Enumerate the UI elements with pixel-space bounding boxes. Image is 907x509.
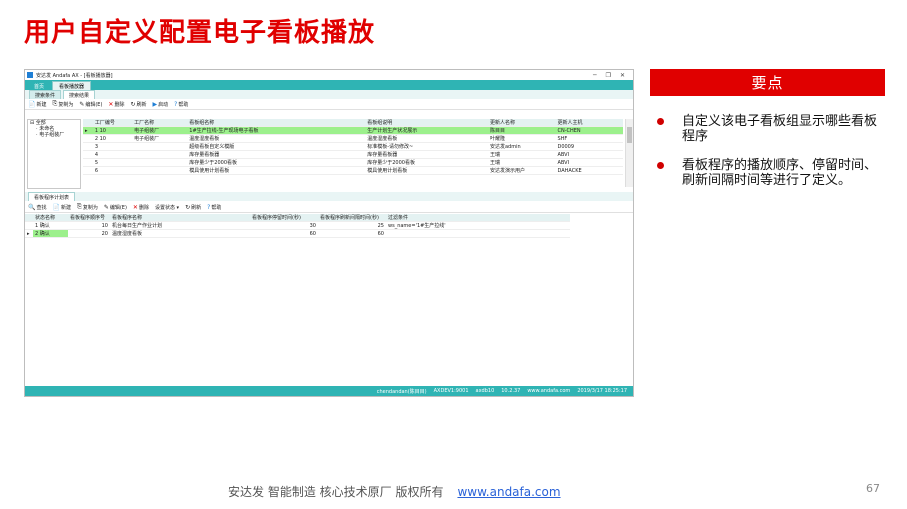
edit-icon: ✎ — [79, 100, 85, 108]
start-button[interactable]: ▶ 启动 — [153, 101, 169, 108]
delete-program-button[interactable]: ✕ 删除 — [133, 204, 149, 211]
status-server: AXDEV1:9001 — [433, 388, 469, 394]
app-window: 安达发 Andafa AX - [看板播放器] ─ ❐ ✕ 首页 看板播放器 搜… — [24, 69, 634, 397]
bullet-icon — [657, 162, 664, 169]
new-program-button[interactable]: 📄 新建 — [53, 204, 72, 211]
menu-tab-board-player[interactable]: 看板播放器 — [52, 81, 92, 90]
table-row[interactable]: ▸ 2 确认 20 温度湿度看板 60 60 — [25, 229, 570, 238]
tab-search-results[interactable]: 搜索结果 — [63, 90, 96, 99]
help-program-button[interactable]: ? 帮助 — [207, 204, 221, 211]
footer-link[interactable]: www.andafa.com — [457, 485, 560, 499]
group-tree: ⊟ 全部 · 未命名 · 电子组装厂 — [27, 119, 81, 189]
footer: 安达发 智能制造 核心技术原厂 版权所有 www.andafa.com — [228, 483, 561, 500]
main-toolbar: 📄 新建 ⎘ 复制为 ✎ 编辑(E) ✕ 删除 ↻ 刷新 ▶ 启动 ? 帮助 — [25, 99, 633, 110]
table-row[interactable]: 3 超级看板自定义模版 标准模板-请勿修改~ 安达发admin D0009 — [83, 142, 623, 151]
help-icon: ? — [174, 100, 178, 108]
page-number: 67 — [866, 482, 880, 495]
status-user: chendandan(陈目目) — [376, 388, 427, 395]
status-ip: 10.2.37 — [501, 388, 521, 394]
delete-icon: ✕ — [132, 203, 138, 211]
delete-icon: ✕ — [108, 100, 114, 108]
edit-program-button[interactable]: ✎ 编辑(E) — [104, 204, 127, 211]
slide-title: 用户自定义配置电子看板播放 — [24, 18, 376, 48]
table-header: 状态名称 看板程序顺序号 看板程序名称 看板程序停留时间(秒) 看板程序刷新间隔时间(秒… — [25, 214, 570, 222]
edit-button[interactable]: ✎ 编辑(E) — [79, 101, 102, 108]
table-row[interactable]: 2 10 电子组装厂 温度湿度看板 温度湿度看板 叶耀隆 SHF — [83, 134, 623, 143]
close-icon[interactable]: ✕ — [620, 72, 625, 79]
table-row[interactable]: 4 库存量看板器 库存量看板器 王瑞 ABVI — [83, 150, 623, 159]
board-group-table: 工厂编号 工厂名称 看板组名称 看板组说明 更新人名称 更新人主机 ▸ 1 10 电子组装厂 1… — [83, 119, 623, 189]
tree-item-factory[interactable]: · 电子组装厂 — [28, 132, 80, 138]
menu-tab-home[interactable]: 首页 — [28, 82, 50, 90]
lower-tabs: 看板程序计划表 — [25, 192, 633, 201]
help-button[interactable]: ? 帮助 — [174, 101, 188, 108]
status-bar: chendandan(陈目目) AXDEV1:9001 axdb10 10.2.… — [25, 386, 633, 396]
minimize-icon[interactable]: ─ — [593, 72, 597, 79]
table-row[interactable]: 1 确认 10 机台每日生产作业计划 30 25 ws_name='1#生产拉线' — [25, 221, 570, 230]
copy-icon: ⎘ — [77, 203, 82, 210]
tab-board-program-schedule[interactable]: 看板程序计划表 — [28, 192, 76, 201]
status-website: www.andafa.com — [527, 388, 571, 394]
bullet-icon — [657, 118, 664, 125]
copy-icon: ⎘ — [52, 100, 58, 107]
table-row[interactable]: 5 库存量少于2000看板 库存量少于2000看板 王瑞 ABVI — [83, 158, 623, 167]
key-point-item: 自定义该电子看板组显示哪些看板程序 — [654, 114, 880, 144]
footer-text: 安达发 智能制造 核心技术原厂 版权所有 — [228, 485, 444, 499]
refresh-icon: ↻ — [130, 100, 136, 108]
status-database: axdb10 — [475, 388, 495, 394]
new-icon: 📄 — [52, 203, 60, 211]
new-icon: 📄 — [28, 100, 36, 108]
new-button[interactable]: 📄 新建 — [28, 101, 47, 108]
scrollbar-thumb[interactable] — [627, 127, 632, 143]
edit-icon: ✎ — [103, 203, 109, 211]
set-status-dropdown[interactable]: 设置状态 ▾ — [155, 204, 179, 211]
window-titlebar: 安达发 Andafa AX - [看板播放器] ─ ❐ ✕ — [25, 70, 633, 80]
refresh-program-button[interactable]: ↻ 刷新 — [185, 204, 201, 211]
app-icon — [27, 72, 33, 78]
refresh-button[interactable]: ↻ 刷新 — [130, 101, 146, 108]
program-table: 状态名称 看板程序顺序号 看板程序名称 看板程序停留时间(秒) 看板程序刷新间隔时间(秒… — [25, 214, 633, 238]
table-row[interactable]: 6 模具使用计划看板 模具使用计划看板 安达发演示用户 DAHACKE — [83, 166, 623, 175]
tab-search-criteria[interactable]: 搜索条件 — [29, 90, 62, 99]
key-points-list: 自定义该电子看板组显示哪些看板程序 看板程序的播放顺序、停留时间、刷新间隔时间等… — [654, 114, 880, 202]
delete-button[interactable]: ✕ 删除 — [108, 101, 124, 108]
table-row[interactable]: ▸ 1 10 电子组装厂 1#生产拉线-生产现场电子看板 生产计划生产状况展示 陈目目 CN… — [83, 126, 623, 135]
play-icon: ▶ — [152, 100, 158, 108]
search-tabs: 搜索条件 搜索结果 — [25, 90, 633, 99]
copy-as-program-button[interactable]: ⎘ 复制为 — [77, 203, 98, 211]
status-datetime: 2019/3/17 18:25:17 — [577, 388, 627, 394]
search-icon: 🔍 — [28, 203, 36, 211]
help-icon: ? — [207, 203, 211, 211]
menu-bar: 首页 看板播放器 — [25, 80, 633, 90]
maximize-icon[interactable]: ❐ — [606, 72, 611, 79]
table-header: 工厂编号 工厂名称 看板组名称 看板组说明 更新人名称 更新人主机 — [83, 119, 623, 127]
window-title: 安达发 Andafa AX - [看板播放器] — [36, 72, 113, 79]
key-point-item: 看板程序的播放顺序、停留时间、刷新间隔时间等进行了定义。 — [654, 158, 880, 188]
copy-as-button[interactable]: ⎘ 复制为 — [53, 100, 74, 108]
program-toolbar: 🔍 查找 📄 新建 ⎘ 复制为 ✎ 编辑(E) ✕ 删除 设置状态 ▾ ↻ 刷新 ? 帮助 — [25, 202, 633, 213]
refresh-icon: ↻ — [185, 203, 191, 211]
key-points-header: 要点 — [650, 69, 885, 96]
table-scrollbar[interactable] — [625, 119, 633, 187]
find-button[interactable]: 🔍 查找 — [28, 204, 47, 211]
